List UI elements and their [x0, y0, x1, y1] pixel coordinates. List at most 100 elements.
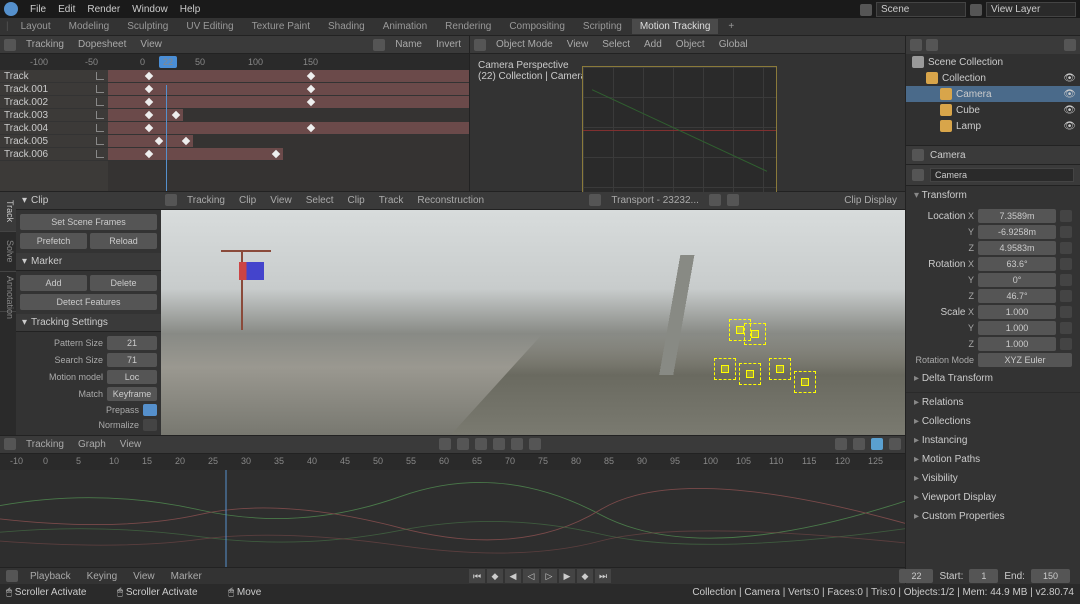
lock-icon[interactable] — [1060, 290, 1072, 302]
vp-object[interactable]: Object — [672, 38, 709, 51]
tab-modeling[interactable]: Modeling — [61, 19, 118, 34]
editor-type-icon[interactable] — [6, 570, 18, 582]
lock-icon[interactable] — [1060, 274, 1072, 286]
track-toggle-icon[interactable] — [96, 72, 104, 80]
track-row[interactable]: Track.002 — [0, 96, 108, 109]
graph-tool-icon[interactable] — [493, 438, 505, 450]
graph-tool-icon[interactable] — [439, 438, 451, 450]
outliner-item[interactable]: Cube👁 — [906, 102, 1080, 118]
lock-icon[interactable] — [1060, 226, 1072, 238]
lock-icon[interactable] — [853, 438, 865, 450]
track-toggle-icon[interactable] — [96, 137, 104, 145]
motion-model-select[interactable]: Loc — [107, 370, 157, 384]
add-marker-button[interactable]: Add — [20, 275, 87, 291]
tab-animation[interactable]: Animation — [375, 19, 435, 34]
graph-tool-icon[interactable] — [475, 438, 487, 450]
editor-type-icon[interactable] — [4, 39, 16, 51]
props-section-header[interactable]: Instancing — [906, 431, 1080, 450]
tab-uv[interactable]: UV Editing — [178, 19, 241, 34]
editor-type-icon[interactable] — [165, 194, 177, 206]
current-frame-input[interactable]: 22 — [899, 569, 933, 583]
lock-icon[interactable] — [1060, 258, 1072, 270]
end-frame-input[interactable]: 150 — [1031, 569, 1070, 583]
lock-icon[interactable] — [1060, 322, 1072, 334]
playback-menu[interactable]: Playback — [26, 570, 75, 583]
rot-z-input[interactable]: 46.7° — [978, 289, 1056, 303]
name-filter[interactable]: Name — [391, 38, 426, 51]
vp-orient[interactable]: Global — [715, 38, 752, 51]
movie-icon[interactable] — [589, 194, 601, 206]
prefetch-button[interactable]: Prefetch — [20, 233, 87, 249]
viewlayer-input[interactable] — [986, 2, 1076, 17]
editor-type-icon[interactable] — [4, 438, 16, 450]
tracker-marker[interactable] — [736, 326, 744, 334]
eye-icon[interactable]: 👁 — [1063, 73, 1076, 84]
submode-dopesheet[interactable]: Dopesheet — [74, 38, 130, 51]
lock-icon[interactable] — [1060, 210, 1072, 222]
track-row[interactable]: Track.001 — [0, 83, 108, 96]
vtab-solve[interactable]: Solve — [0, 232, 16, 272]
graph-submode[interactable]: Graph — [74, 438, 110, 451]
menu-edit[interactable]: Edit — [58, 4, 75, 15]
lock-icon[interactable] — [1060, 306, 1072, 318]
keying-menu[interactable]: Keying — [83, 570, 122, 583]
outliner-item[interactable]: Collection👁 — [906, 70, 1080, 86]
object-mode[interactable]: Object Mode — [492, 38, 557, 51]
jump-start-button[interactable]: ⏮ — [469, 569, 485, 583]
track-row[interactable]: Track.006 — [0, 148, 108, 161]
graph-tool-icon[interactable] — [529, 438, 541, 450]
tab-motion-tracking[interactable]: Motion Tracking — [632, 19, 719, 34]
search-icon[interactable] — [1064, 39, 1076, 51]
normalize-checkbox[interactable] — [143, 419, 157, 431]
graph-ruler[interactable]: -100510152025303540455055606570758085909… — [0, 454, 905, 470]
tab-compositing[interactable]: Compositing — [501, 19, 573, 34]
tracker-marker[interactable] — [239, 262, 264, 280]
track-row[interactable]: Track.003 — [0, 109, 108, 122]
outliner-item[interactable]: Lamp👁 — [906, 118, 1080, 134]
loc-z-input[interactable]: 4.9583m — [978, 241, 1056, 255]
mode-tracking[interactable]: Tracking — [22, 38, 68, 51]
jump-end-button[interactable]: ⏭ — [595, 569, 611, 583]
graph-canvas[interactable] — [0, 470, 905, 568]
scale-y-input[interactable]: 1.000 — [978, 321, 1056, 335]
keyframe-next-button[interactable]: ◆ — [577, 569, 593, 583]
filter-icon[interactable] — [373, 39, 385, 51]
track-row[interactable]: Track — [0, 70, 108, 83]
eye-icon[interactable]: 👁 — [1063, 121, 1076, 132]
tab-texpaint[interactable]: Texture Paint — [244, 19, 318, 34]
dope-view[interactable]: View — [136, 38, 166, 51]
track-toggle-icon[interactable] — [96, 150, 104, 158]
graph-mode[interactable]: Tracking — [22, 438, 68, 451]
ghost-icon[interactable] — [835, 438, 847, 450]
frame-next-button[interactable]: ▶ — [559, 569, 575, 583]
menu-help[interactable]: Help — [180, 4, 201, 15]
tracker-marker[interactable] — [746, 370, 754, 378]
clip-file[interactable]: Transport - 23232... — [607, 194, 702, 207]
vp-add[interactable]: Add — [640, 38, 666, 51]
tab-layout[interactable]: Layout — [13, 19, 59, 34]
clip-display[interactable]: Clip Display — [840, 194, 901, 207]
menu-render[interactable]: Render — [87, 4, 120, 15]
filter-icon[interactable] — [871, 438, 883, 450]
tab-scripting[interactable]: Scripting — [575, 19, 630, 34]
graph-view[interactable]: View — [116, 438, 146, 451]
vtab-track[interactable]: Track — [0, 192, 16, 232]
clip-submode[interactable]: Clip — [235, 194, 260, 207]
panel-marker-header[interactable]: ▾ Marker — [16, 253, 161, 271]
reload-button[interactable]: Reload — [90, 233, 157, 249]
dope-channels[interactable] — [108, 70, 469, 191]
props-section-header[interactable]: Relations — [906, 393, 1080, 412]
match-select[interactable]: Keyframe — [107, 387, 157, 401]
tab-shading[interactable]: Shading — [320, 19, 373, 34]
object-name-input[interactable] — [930, 168, 1074, 182]
delete-marker-button[interactable]: Delete — [90, 275, 157, 291]
tab-add[interactable]: + — [720, 19, 742, 34]
scale-x-input[interactable]: 1.000 — [978, 305, 1056, 319]
start-frame-input[interactable]: 1 — [969, 569, 998, 583]
clip-view[interactable]: View — [266, 194, 296, 207]
eye-icon[interactable]: 👁 — [1063, 89, 1076, 100]
track-toggle-icon[interactable] — [96, 111, 104, 119]
vtab-annotation[interactable]: Annotation — [0, 272, 16, 312]
playbar-marker[interactable]: Marker — [167, 570, 206, 583]
prepass-checkbox[interactable] — [143, 404, 157, 416]
